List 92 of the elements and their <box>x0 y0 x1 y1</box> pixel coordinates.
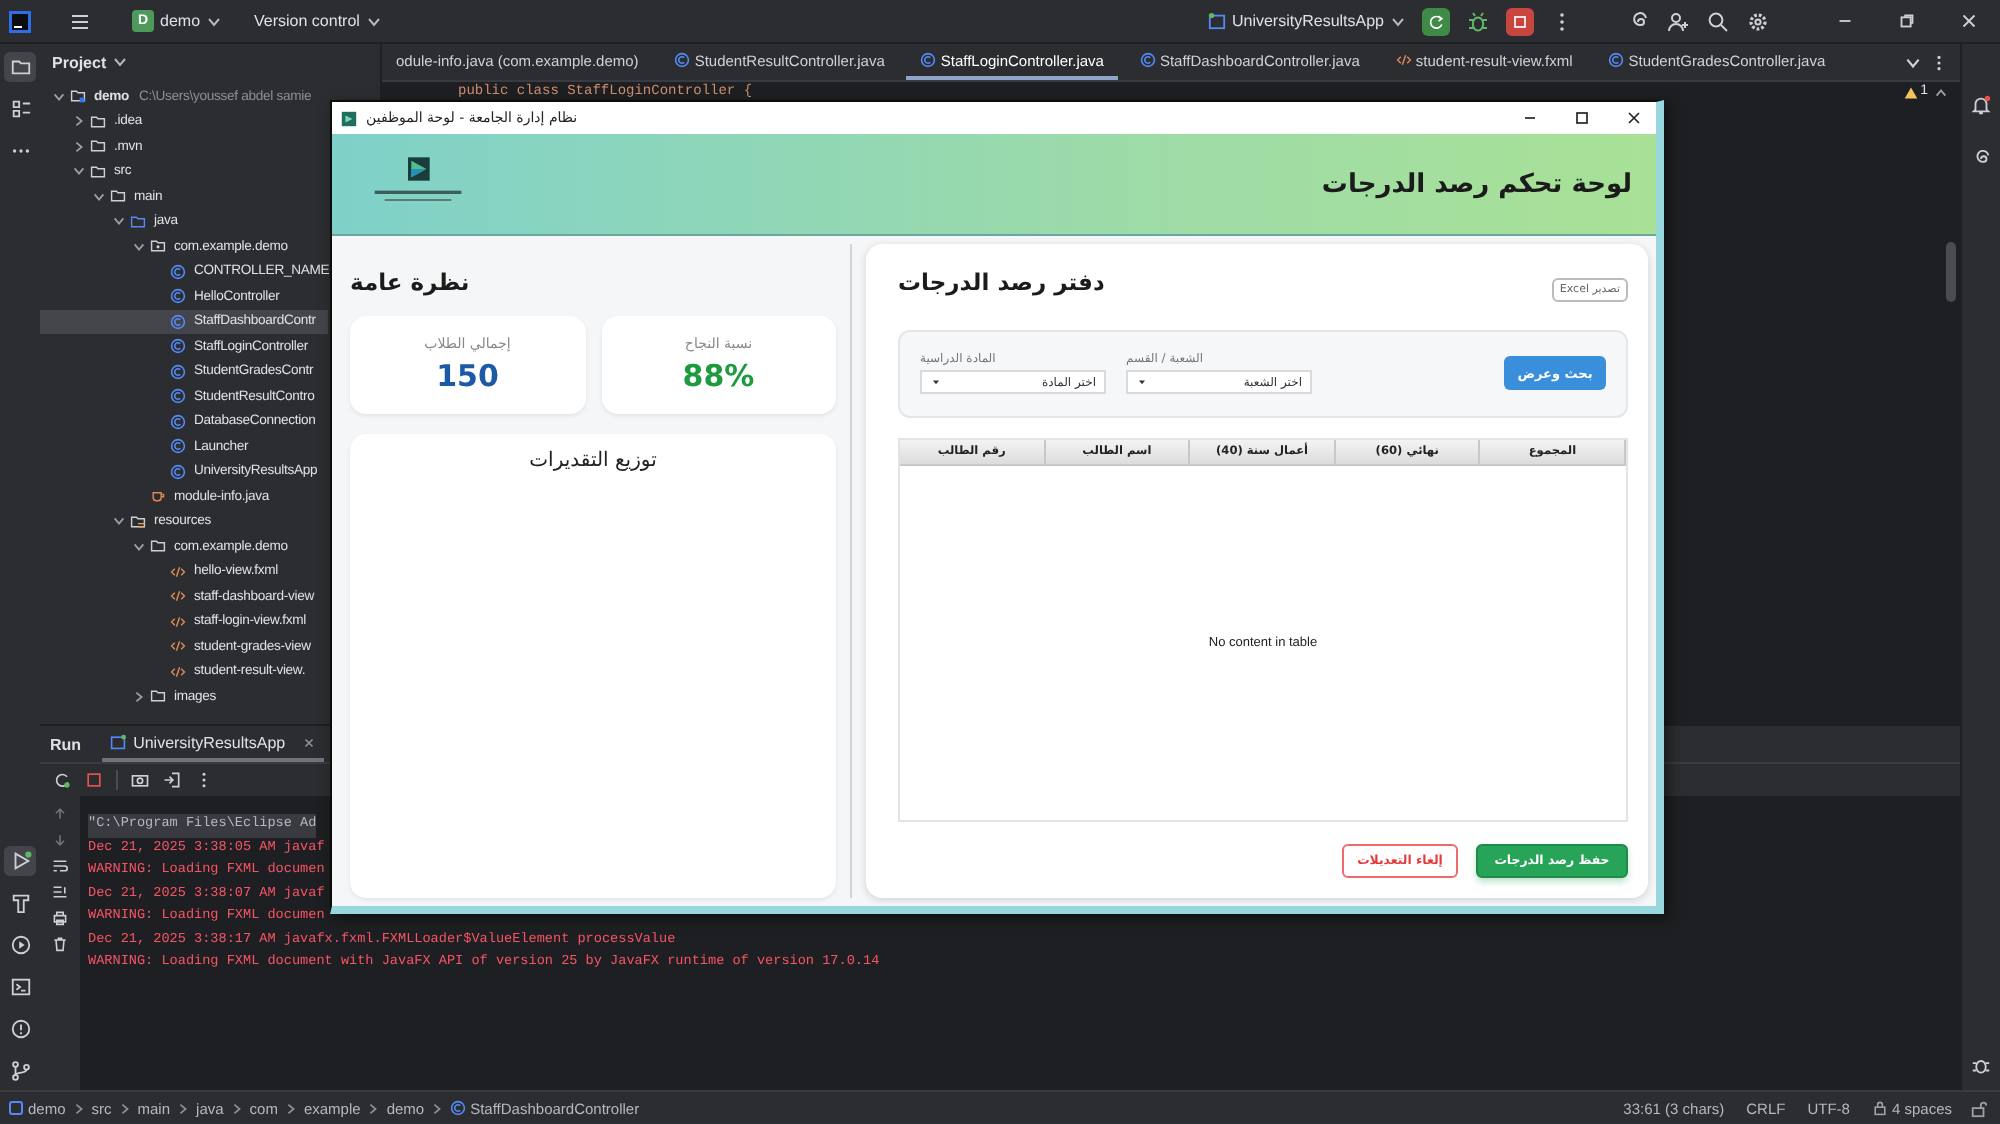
caret-icon <box>365 13 382 29</box>
chevron-right-icon <box>71 1101 86 1115</box>
stat-value: 88% <box>682 358 755 394</box>
run-configuration-name: UniversityResultsApp <box>1231 12 1384 30</box>
stop-icon <box>1510 11 1530 31</box>
unlock-icon[interactable] <box>1970 1099 1988 1117</box>
warning-icon <box>1904 86 1919 100</box>
code-tag-icon <box>170 638 186 655</box>
folder-icon[interactable] <box>4 52 36 82</box>
dropdown-arrow-icon <box>930 376 942 389</box>
camera-icon[interactable] <box>130 770 150 790</box>
module-icon <box>8 1100 24 1116</box>
lock-icon <box>1871 1100 1888 1116</box>
chevron-right-icon <box>176 1101 191 1115</box>
run-tab[interactable]: UniversityResultsApp <box>101 726 324 762</box>
class-icon <box>170 363 186 380</box>
rerun-icon[interactable] <box>52 770 72 790</box>
class-icon <box>170 263 186 280</box>
search-icon[interactable] <box>1706 9 1730 33</box>
code-tag-icon <box>170 613 186 630</box>
cup-icon <box>150 488 166 505</box>
module-folder-icon <box>70 88 86 105</box>
stop-button[interactable] <box>1506 7 1534 35</box>
chevron-right-icon <box>229 1101 244 1115</box>
package-icon <box>150 238 166 255</box>
panel-title[interactable]: Project <box>52 53 107 71</box>
code-tag-icon <box>170 588 186 605</box>
arrow-up-icon[interactable] <box>52 806 68 822</box>
chevron-up-icon[interactable] <box>1934 86 1948 100</box>
chevron-down-icon[interactable] <box>1904 53 1922 71</box>
app-icon <box>340 109 358 127</box>
folder-icon <box>130 513 146 530</box>
rerun-button[interactable] <box>1422 7 1450 35</box>
section-heading: دفتر رصد الدرجات <box>898 268 1105 296</box>
dashboard-title: لوحة تحكم رصد الدرجات <box>1321 169 1632 199</box>
class-icon <box>170 288 186 305</box>
arrow-down-icon[interactable] <box>52 832 68 848</box>
dropdown-arrow-icon <box>1136 376 1148 389</box>
close-icon[interactable] <box>1958 10 1980 32</box>
class-icon <box>170 413 186 430</box>
add-user-icon[interactable] <box>1666 9 1690 33</box>
window-icon <box>1207 12 1226 30</box>
class-icon <box>170 313 186 330</box>
version-control-label: Version control <box>254 12 360 30</box>
scroll-end-icon[interactable] <box>52 884 68 900</box>
project-name: demo <box>160 12 201 30</box>
version-control-menu[interactable]: Version control <box>254 12 382 30</box>
maximize-icon[interactable] <box>1572 108 1592 128</box>
caret-icon <box>1390 13 1406 29</box>
stat-value: 150 <box>436 358 499 394</box>
class-icon <box>674 52 691 68</box>
class-icon <box>170 338 186 355</box>
rerun-icon <box>1426 11 1446 31</box>
bug-icon[interactable] <box>1970 1054 1992 1076</box>
chart-title: توزيع التقديرات <box>529 450 657 476</box>
class-icon <box>170 438 186 455</box>
app-logo-icon[interactable] <box>8 9 32 33</box>
print-icon[interactable] <box>52 910 68 926</box>
run-configuration[interactable]: UniversityResultsApp <box>1207 12 1406 30</box>
caret-icon <box>112 54 129 70</box>
window-icon <box>109 734 126 750</box>
class-icon <box>450 1100 467 1116</box>
code-tag-icon <box>170 663 186 680</box>
class-icon <box>170 388 186 405</box>
restore-icon[interactable] <box>1896 10 1918 32</box>
bell-icon[interactable] <box>1970 94 1992 116</box>
chevron-right-icon <box>283 1101 298 1115</box>
class-icon <box>1139 52 1156 68</box>
code-tag-icon <box>170 563 186 580</box>
class-icon <box>1608 52 1625 68</box>
folder-icon <box>150 538 166 555</box>
stop-icon[interactable] <box>84 770 104 790</box>
panel-title: Run <box>50 735 82 753</box>
trash-icon[interactable] <box>52 936 68 952</box>
settings-icon[interactable] <box>1746 9 1770 33</box>
chevron-right-icon <box>430 1101 445 1115</box>
code-tag-icon <box>1395 52 1412 68</box>
class-icon <box>920 52 937 68</box>
scrollbar-thumb[interactable] <box>1946 242 1956 302</box>
folder-icon <box>150 688 166 705</box>
wrap-icon[interactable] <box>52 858 68 874</box>
caret-icon <box>206 13 223 29</box>
run-icon[interactable] <box>4 846 36 876</box>
chevron-right-icon <box>366 1101 381 1115</box>
bug-icon[interactable] <box>1466 9 1490 33</box>
class-icon <box>170 463 186 480</box>
exit-icon[interactable] <box>162 770 182 790</box>
chevron-icon <box>132 689 146 704</box>
close-icon[interactable] <box>1624 108 1644 128</box>
section-heading: نظرة عامة <box>350 268 470 296</box>
chevron-right-icon <box>117 1101 132 1115</box>
menu-icon[interactable] <box>68 9 92 33</box>
